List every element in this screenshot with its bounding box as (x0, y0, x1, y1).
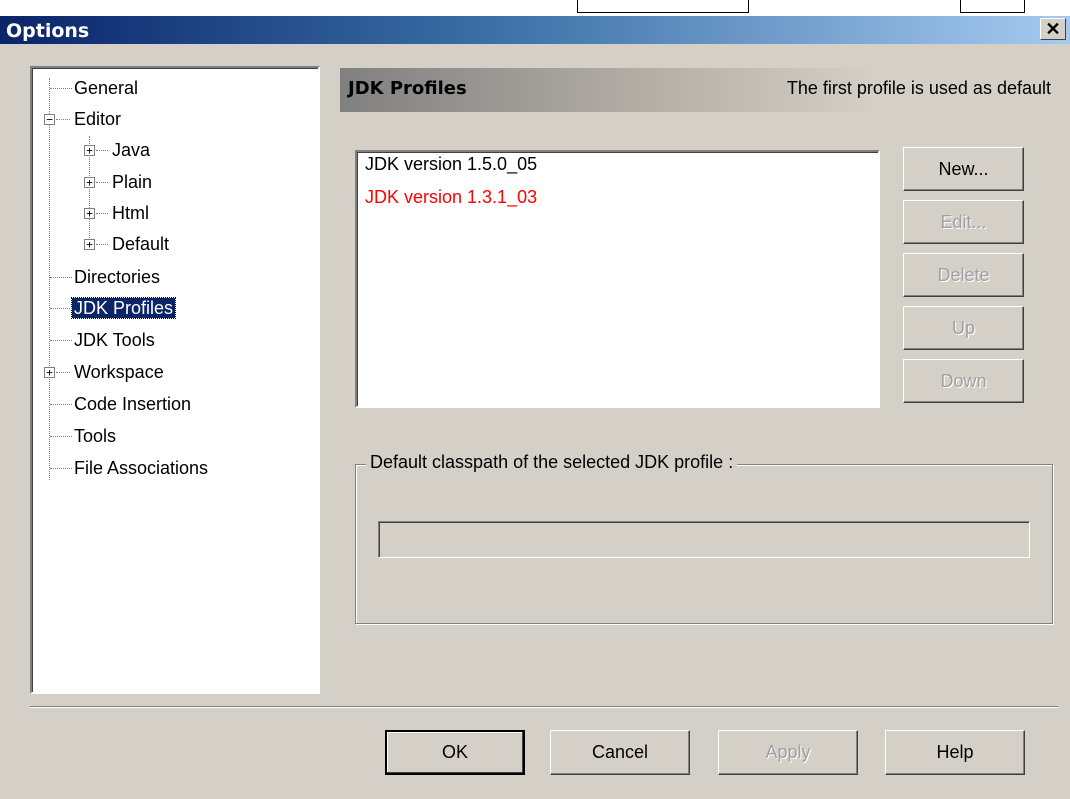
tree-item-label: File Associations (74, 458, 209, 478)
ok-button[interactable]: OK (385, 730, 525, 775)
list-item[interactable]: JDK version 1.5.0_05 (365, 154, 537, 175)
background-field (960, 0, 1025, 13)
tree-item-label: Default (112, 234, 170, 254)
tree-item-file-associations[interactable]: File Associations (42, 456, 210, 480)
jdk-profile-list[interactable]: JDK version 1.5.0_05 JDK version 1.3.1_0… (355, 150, 880, 408)
expand-icon[interactable]: + (84, 145, 95, 156)
expand-icon[interactable]: + (44, 367, 55, 378)
list-item[interactable]: JDK version 1.3.1_03 (365, 187, 537, 208)
cancel-button[interactable]: Cancel (550, 730, 690, 775)
classpath-field[interactable] (378, 521, 1030, 558)
tree-item-label: General (74, 78, 139, 98)
tree-item-plain[interactable]: + Plain (82, 170, 154, 194)
collapse-icon[interactable]: − (44, 114, 55, 125)
background-field (577, 0, 749, 13)
tree-item-editor[interactable]: − Editor (42, 107, 123, 131)
tree-item-label: Html (112, 203, 149, 223)
close-button[interactable]: ✕ (1040, 18, 1066, 40)
tree-item-workspace[interactable]: + Workspace (42, 360, 166, 384)
apply-button[interactable]: Apply (718, 730, 858, 775)
options-tree[interactable]: General − Editor + Java + Plain + Html +… (30, 66, 320, 694)
section-note: The first profile is used as default (786, 78, 1051, 98)
section-title: JDK Profiles (348, 78, 467, 99)
help-button[interactable]: Help (885, 730, 1025, 775)
new-button[interactable]: New... (903, 147, 1024, 191)
delete-button[interactable]: Delete (903, 253, 1024, 297)
edit-button[interactable]: Edit... (903, 200, 1024, 244)
close-icon: ✕ (1045, 19, 1061, 39)
classpath-legend: Default classpath of the selected JDK pr… (366, 452, 738, 473)
tree-item-label: Java (112, 140, 151, 160)
tree-item-jdk-tools[interactable]: JDK Tools (42, 328, 157, 352)
background-window-strip (0, 0, 1070, 16)
tree-item-label: Tools (74, 426, 117, 446)
tree-item-directories[interactable]: Directories (42, 265, 162, 289)
tree-item-label: Directories (74, 267, 161, 287)
classpath-group: Default classpath of the selected JDK pr… (355, 452, 1053, 624)
title-bar: Options ✕ (0, 16, 1070, 44)
options-dialog: Options ✕ General − Editor + Java + Plai… (0, 16, 1070, 799)
tree-item-label: JDK Tools (74, 330, 155, 350)
tree-item-label: Code Insertion (74, 394, 192, 414)
tree-item-label: Workspace (74, 362, 164, 382)
up-button[interactable]: Up (903, 306, 1024, 350)
profile-label: JDK version 1.3.1_03 (365, 187, 538, 207)
tree-item-default[interactable]: + Default (82, 232, 171, 256)
tree-item-tools[interactable]: Tools (42, 424, 118, 448)
section-header: JDK Profiles The first profile is used a… (340, 68, 1055, 112)
tree-item-html[interactable]: + Html (82, 201, 151, 225)
expand-icon[interactable]: + (84, 239, 95, 250)
dialog-title: Options (6, 20, 90, 42)
tree-item-label: JDK Profiles (70, 297, 177, 319)
tree-item-java[interactable]: + Java (82, 138, 152, 162)
separator (30, 706, 1058, 708)
expand-icon[interactable]: + (84, 208, 95, 219)
tree-item-label: Plain (112, 172, 153, 192)
tree-item-jdk-profiles[interactable]: JDK Profiles (42, 296, 177, 320)
down-button[interactable]: Down (903, 359, 1024, 403)
tree-item-code-insertion[interactable]: Code Insertion (42, 392, 193, 416)
tree-item-general[interactable]: General (42, 76, 140, 100)
expand-icon[interactable]: + (84, 177, 95, 188)
tree-item-label: Editor (74, 109, 122, 129)
profile-label: JDK version 1.5.0_05 (365, 154, 538, 174)
